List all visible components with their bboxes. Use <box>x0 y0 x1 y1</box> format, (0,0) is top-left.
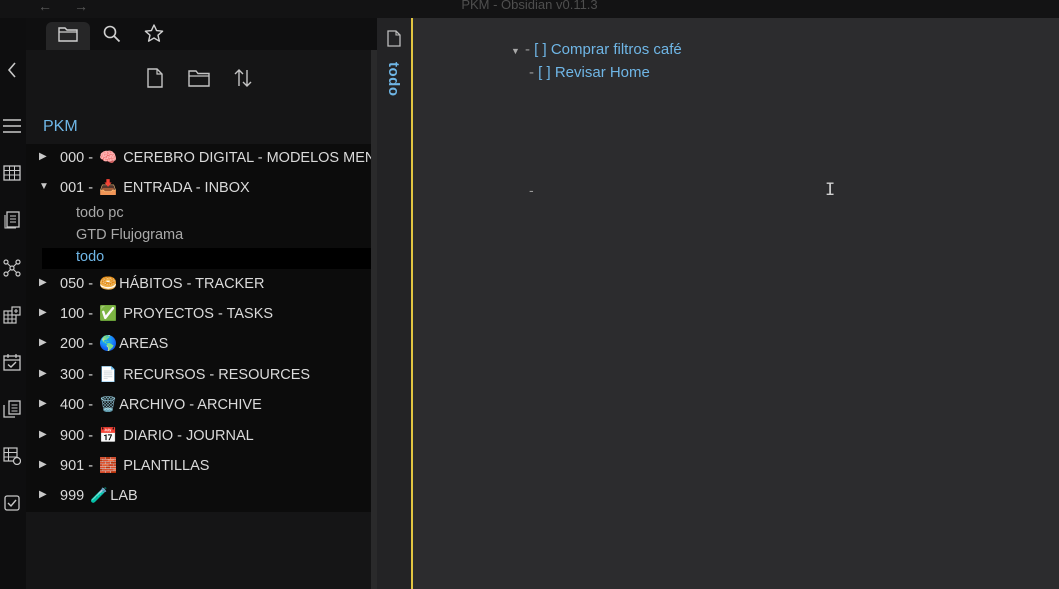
graph-icon[interactable] <box>2 258 22 278</box>
table-settings-icon[interactable] <box>2 446 22 466</box>
file-todo[interactable]: todo <box>42 248 371 269</box>
star-icon <box>144 24 164 48</box>
tab-search[interactable] <box>90 22 134 50</box>
collapsed-arrow-icon[interactable]: ▶ <box>39 429 47 440</box>
pane-header[interactable]: todo <box>377 18 413 589</box>
file-label: todo <box>76 249 105 265</box>
folder-100[interactable]: ▶ 100 - ✅ PROYECTOS - TASKS <box>26 304 371 326</box>
file-gtd-flujograma[interactable]: GTD Flujograma <box>42 226 371 247</box>
file-explorer-sidebar: PKM ▶ 000 - 🧠 CEREBRO DIGITAL - MODELOS … <box>26 18 377 589</box>
menu-icon[interactable] <box>2 116 22 136</box>
folder-label: 100 - ✅ PROYECTOS - TASKS <box>60 306 274 322</box>
editor-content[interactable]: ▼ - [ ] Comprar filtros café - [ ] Revis… <box>415 18 1059 589</box>
tab-starred[interactable] <box>132 22 176 50</box>
collapsed-arrow-icon[interactable]: ▶ <box>39 489 47 500</box>
table-icon[interactable] <box>2 163 22 183</box>
folder-label: 000 - 🧠 CEREBRO DIGITAL - MODELOS MENTAL… <box>60 150 371 166</box>
sort-button[interactable] <box>231 68 255 92</box>
folder-400[interactable]: ▶ 400 - 🗑️ ARCHIVO - ARCHIVE <box>26 395 371 417</box>
left-ribbon <box>0 18 26 589</box>
document-icon[interactable] <box>387 30 401 52</box>
file-label: GTD Flujograma <box>76 227 184 243</box>
folder-050[interactable]: ▶ 050 - 🥯 HÁBITOS - TRACKER <box>26 274 371 296</box>
task-line[interactable]: - [ ] Revisar Home <box>529 64 650 81</box>
task-line[interactable]: - [ ] Comprar filtros café <box>525 41 682 58</box>
folder-200[interactable]: ▶ 200 - 🌎 AREAS <box>26 334 371 356</box>
collapsed-arrow-icon[interactable]: ▶ <box>39 151 47 162</box>
file-todo-pc[interactable]: todo pc <box>42 204 371 225</box>
expanded-arrow-icon[interactable]: ▼ <box>39 181 49 192</box>
search-icon <box>103 25 121 48</box>
chevron-left-icon[interactable] <box>2 60 22 80</box>
folder-icon <box>58 26 78 47</box>
editor-pane: todo ▼ - [ ] Comprar filtros café - [ ] … <box>377 18 1059 589</box>
new-note-icon <box>147 67 163 93</box>
calendar-grid-icon[interactable] <box>2 305 22 325</box>
folder-000[interactable]: ▶ 000 - 🧠 CEREBRO DIGITAL - MODELOS MENT… <box>26 148 371 170</box>
collapsed-arrow-icon[interactable]: ▶ <box>39 277 47 288</box>
folder-label: 999 🧪 LAB <box>60 488 138 504</box>
folder-901[interactable]: ▶ 901 - 🧱 PLANTILLAS <box>26 456 371 478</box>
vault-name[interactable]: PKM <box>43 118 78 136</box>
explorer-toolbar <box>26 50 377 110</box>
note-list-icon[interactable] <box>2 210 22 230</box>
calendar-check-icon[interactable] <box>2 352 22 372</box>
text-cursor-icon: I <box>825 180 836 200</box>
folder-900[interactable]: ▶ 900 - 📅 DIARIO - JOURNAL <box>26 426 371 448</box>
folder-label: 300 - 📄 RECURSOS - RESOURCES <box>60 367 311 383</box>
fold-arrow-icon[interactable]: ▼ <box>511 46 520 56</box>
folder-label: 400 - 🗑️ ARCHIVO - ARCHIVE <box>60 397 262 413</box>
folder-001[interactable]: ▼ 001 - 📥 ENTRADA - INBOX <box>26 178 371 200</box>
title-bar: ← → PKM - Obsidian v0.11.3 <box>0 0 1059 18</box>
new-folder-icon <box>188 69 210 92</box>
new-folder-button[interactable] <box>187 68 211 92</box>
folder-label: 200 - 🌎 AREAS <box>60 336 169 352</box>
sort-icon <box>233 68 253 93</box>
note-title[interactable]: todo <box>385 62 402 96</box>
collapsed-arrow-icon[interactable]: ▶ <box>39 307 47 318</box>
new-note-button[interactable] <box>143 67 167 93</box>
folder-label: 901 - 🧱 PLANTILLAS <box>60 458 210 474</box>
file-label: todo pc <box>76 205 124 221</box>
folder-label: 900 - 📅 DIARIO - JOURNAL <box>60 428 254 444</box>
tab-file-explorer[interactable] <box>46 22 90 50</box>
folder-999[interactable]: ▶ 999 🧪 LAB <box>26 486 371 508</box>
folder-300[interactable]: ▶ 300 - 📄 RECURSOS - RESOURCES <box>26 365 371 387</box>
collapsed-arrow-icon[interactable]: ▶ <box>39 337 47 348</box>
folder-label: 001 - 📥 ENTRADA - INBOX <box>60 180 250 196</box>
window-title: PKM - Obsidian v0.11.3 <box>461 0 598 12</box>
collapsed-arrow-icon[interactable]: ▶ <box>39 398 47 409</box>
copy-icon[interactable] <box>2 399 22 419</box>
file-tree: ▶ 000 - 🧠 CEREBRO DIGITAL - MODELOS MENT… <box>26 144 371 512</box>
empty-list-marker[interactable]: - <box>529 182 534 198</box>
collapsed-arrow-icon[interactable]: ▶ <box>39 368 47 379</box>
folder-label: 050 - 🥯 HÁBITOS - TRACKER <box>60 276 265 292</box>
collapsed-arrow-icon[interactable]: ▶ <box>39 459 47 470</box>
checkbox-icon[interactable] <box>2 493 22 513</box>
sidebar-tabs <box>26 18 377 50</box>
